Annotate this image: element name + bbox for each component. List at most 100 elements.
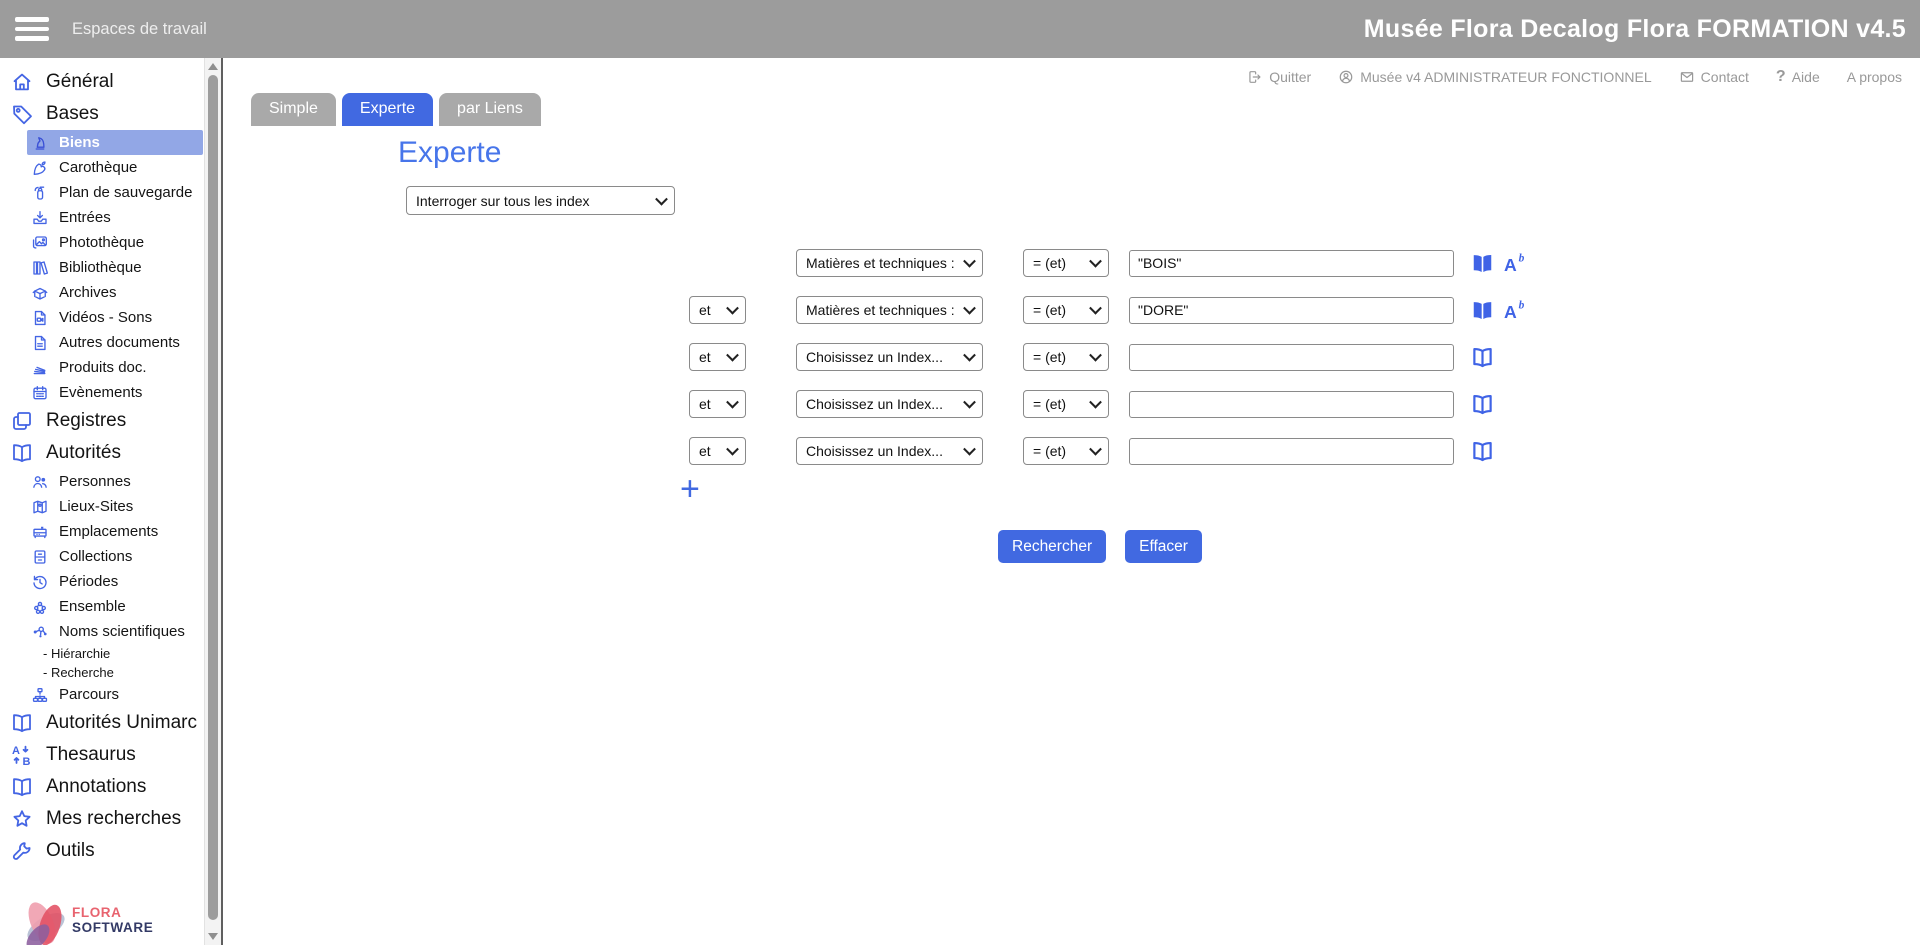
sidebar-item-autres-documents[interactable]: Autres documents [27,330,203,355]
sidebar-scrollbar[interactable] [204,58,221,945]
paper-stack-icon [31,359,49,377]
open-book-filled-icon[interactable] [1469,298,1496,323]
sidebar-item-bases[interactable]: Bases [0,98,203,130]
sidebar-item-label: Mes recherches [46,808,181,830]
sidebar-item-caroth-que[interactable]: Carothèque [27,155,203,180]
sidebar-item-label: Produits doc. [59,359,147,376]
index-select[interactable]: Matières et techniques : [796,249,983,277]
search-value-input[interactable] [1129,297,1454,324]
sidebar-item-label: Photothèque [59,234,144,251]
search-value-input[interactable] [1129,344,1454,371]
boolean-operator-select[interactable]: et [689,296,746,324]
open-book-icon [10,711,34,735]
sidebar-item-label: Evènements [59,384,142,401]
sidebar-item-annotations[interactable]: Annotations [0,771,203,803]
sidebar-item-ev-nements[interactable]: Evènements [27,380,203,405]
tab-experte[interactable]: Experte [342,93,433,126]
sidebar-item-parcours[interactable]: Parcours [27,682,203,707]
index-scope-select[interactable]: Interroger sur tous les index [406,186,675,215]
header-link-label: Aide [1792,69,1820,85]
hamburger-menu-icon[interactable] [15,17,49,41]
scroll-down-icon[interactable] [208,933,218,940]
index-select-wrapper: Choisissez un Index... [796,390,983,418]
wrench-icon [10,839,34,863]
ab-superscript-icon[interactable]: Ab [1503,251,1530,276]
search-row: et Choisissez un Index... = (et) [689,390,1530,418]
sidebar-item-label: Noms scientifiques [59,623,185,640]
clear-button[interactable]: Effacer [1125,530,1202,563]
comparison-operator-select-wrapper: = (et) [1023,390,1109,418]
sidebar-item-label: Archives [59,284,117,301]
sidebar-item-plan-de-sauvegarde[interactable]: Plan de sauvegarde [27,180,203,205]
comparison-operator-select[interactable]: = (et) [1023,343,1109,371]
sidebar-item-outils[interactable]: Outils [0,835,203,867]
sidebar-item-vid-os-sons[interactable]: Vidéos - Sons [27,305,203,330]
sidebar-item-label: Biens [59,134,100,151]
search-button[interactable]: Rechercher [998,530,1106,563]
scrollbar-thumb[interactable] [208,75,218,920]
sidebar-item-noms-scientifiques[interactable]: Noms scientifiques [27,619,203,644]
search-value-input[interactable] [1129,438,1454,465]
sidebar-item-produits-doc[interactable]: Produits doc. [27,355,203,380]
sidebar-item-p-riodes[interactable]: Périodes [27,569,203,594]
comparison-operator-select[interactable]: = (et) [1023,249,1109,277]
sidebar-item-label: Carothèque [59,159,137,176]
boolean-operator-select[interactable]: et [689,437,746,465]
boolean-operator-select[interactable]: et [689,390,746,418]
sidebar-item-ensemble[interactable]: Ensemble [27,594,203,619]
thesaurus-ab-icon: AB [10,743,34,767]
index-select[interactable]: Choisissez un Index... [796,437,983,465]
sidebar-item-phototh-que[interactable]: Photothèque [27,230,203,255]
sidebar-item-label: Lieux-Sites [59,498,133,515]
index-select[interactable]: Choisissez un Index... [796,343,983,371]
user-icon [1338,69,1354,85]
sidebar-item-registres[interactable]: Registres [0,405,203,437]
ab-superscript-icon[interactable]: Ab [1503,298,1530,323]
photo-icon [31,234,49,252]
sidebar-item-label: Autres documents [59,334,180,351]
search-value-input[interactable] [1129,391,1454,418]
open-book-outline-icon[interactable] [1469,439,1496,464]
boolean-operator-select[interactable]: et [689,343,746,371]
tab-par-liens[interactable]: par Liens [439,93,541,126]
sidebar-item-entr-es[interactable]: Entrées [27,205,203,230]
sidebar-item-lieux-sites[interactable]: Lieux-Sites [27,494,203,519]
header-link-aide[interactable]: ?Aide [1776,68,1820,86]
svg-text:b: b [1519,252,1525,264]
sidebar-item-biblioth-que[interactable]: Bibliothèque [27,255,203,280]
open-book-filled-icon[interactable] [1469,251,1496,276]
home-icon [10,70,34,94]
open-book-outline-icon[interactable] [1469,345,1496,370]
sidebar-item-collections[interactable]: Collections [27,544,203,569]
svg-text:A: A [12,745,20,757]
open-book-outline-icon[interactable] [1469,392,1496,417]
sidebar-item-recherche[interactable]: - Recherche [43,663,203,682]
header-link-label: Musée v4 ADMINISTRATEUR FONCTIONNEL [1360,69,1651,85]
comparison-operator-select-wrapper: = (et) [1023,343,1109,371]
header-link-quitter[interactable]: Quitter [1247,69,1311,85]
index-select[interactable]: Choisissez un Index... [796,390,983,418]
search-value-input[interactable] [1129,250,1454,277]
comparison-operator-select[interactable]: = (et) [1023,296,1109,324]
comparison-operator-select[interactable]: = (et) [1023,437,1109,465]
sidebar-item-biens[interactable]: Biens [27,130,203,155]
sidebar-item-emplacements[interactable]: Emplacements [27,519,203,544]
header-link-mus-e-v4-administrateur-fonctionnel[interactable]: Musée v4 ADMINISTRATEUR FONCTIONNEL [1338,69,1651,85]
flora-petals-icon [16,889,74,945]
scroll-up-icon[interactable] [208,63,218,70]
tab-simple[interactable]: Simple [251,93,336,126]
sidebar-item-archives[interactable]: Archives [27,280,203,305]
index-select[interactable]: Matières et techniques : [796,296,983,324]
sidebar-item-autorit-s-unimarc[interactable]: Autorités Unimarc [0,707,203,739]
books-icon [31,259,49,277]
sidebar-item-autorit-s[interactable]: Autorités [0,437,203,469]
sidebar-item-g-n-ral[interactable]: Général [0,66,203,98]
header-link-contact[interactable]: Contact [1679,69,1749,85]
sidebar-item-thesaurus[interactable]: ABThesaurus [0,739,203,771]
sidebar-item-mes-recherches[interactable]: Mes recherches [0,803,203,835]
comparison-operator-select[interactable]: = (et) [1023,390,1109,418]
sidebar-item-personnes[interactable]: Personnes [27,469,203,494]
add-row-button[interactable]: + [680,472,700,506]
sidebar-item-hi-rarchie[interactable]: - Hiérarchie [43,644,203,663]
header-link-a-propos[interactable]: A propos [1847,69,1902,85]
